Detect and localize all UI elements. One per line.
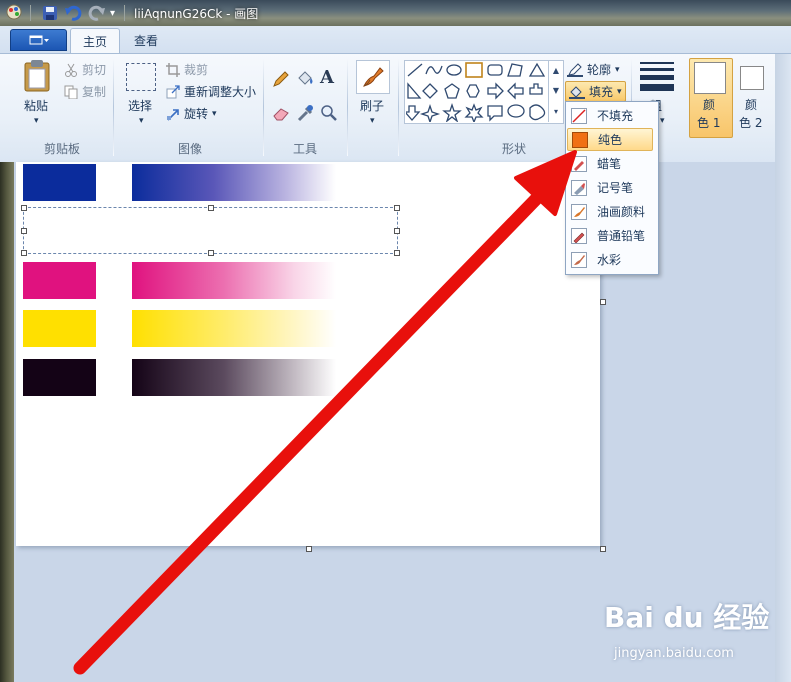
baidu-watermark: Bai du 经验 [604, 601, 770, 634]
red-arrow-shaft [73, 188, 547, 675]
annotation-arrow-overlay [73, 150, 577, 675]
baidu-watermark-url: jingyan.baidu.com [614, 646, 734, 661]
